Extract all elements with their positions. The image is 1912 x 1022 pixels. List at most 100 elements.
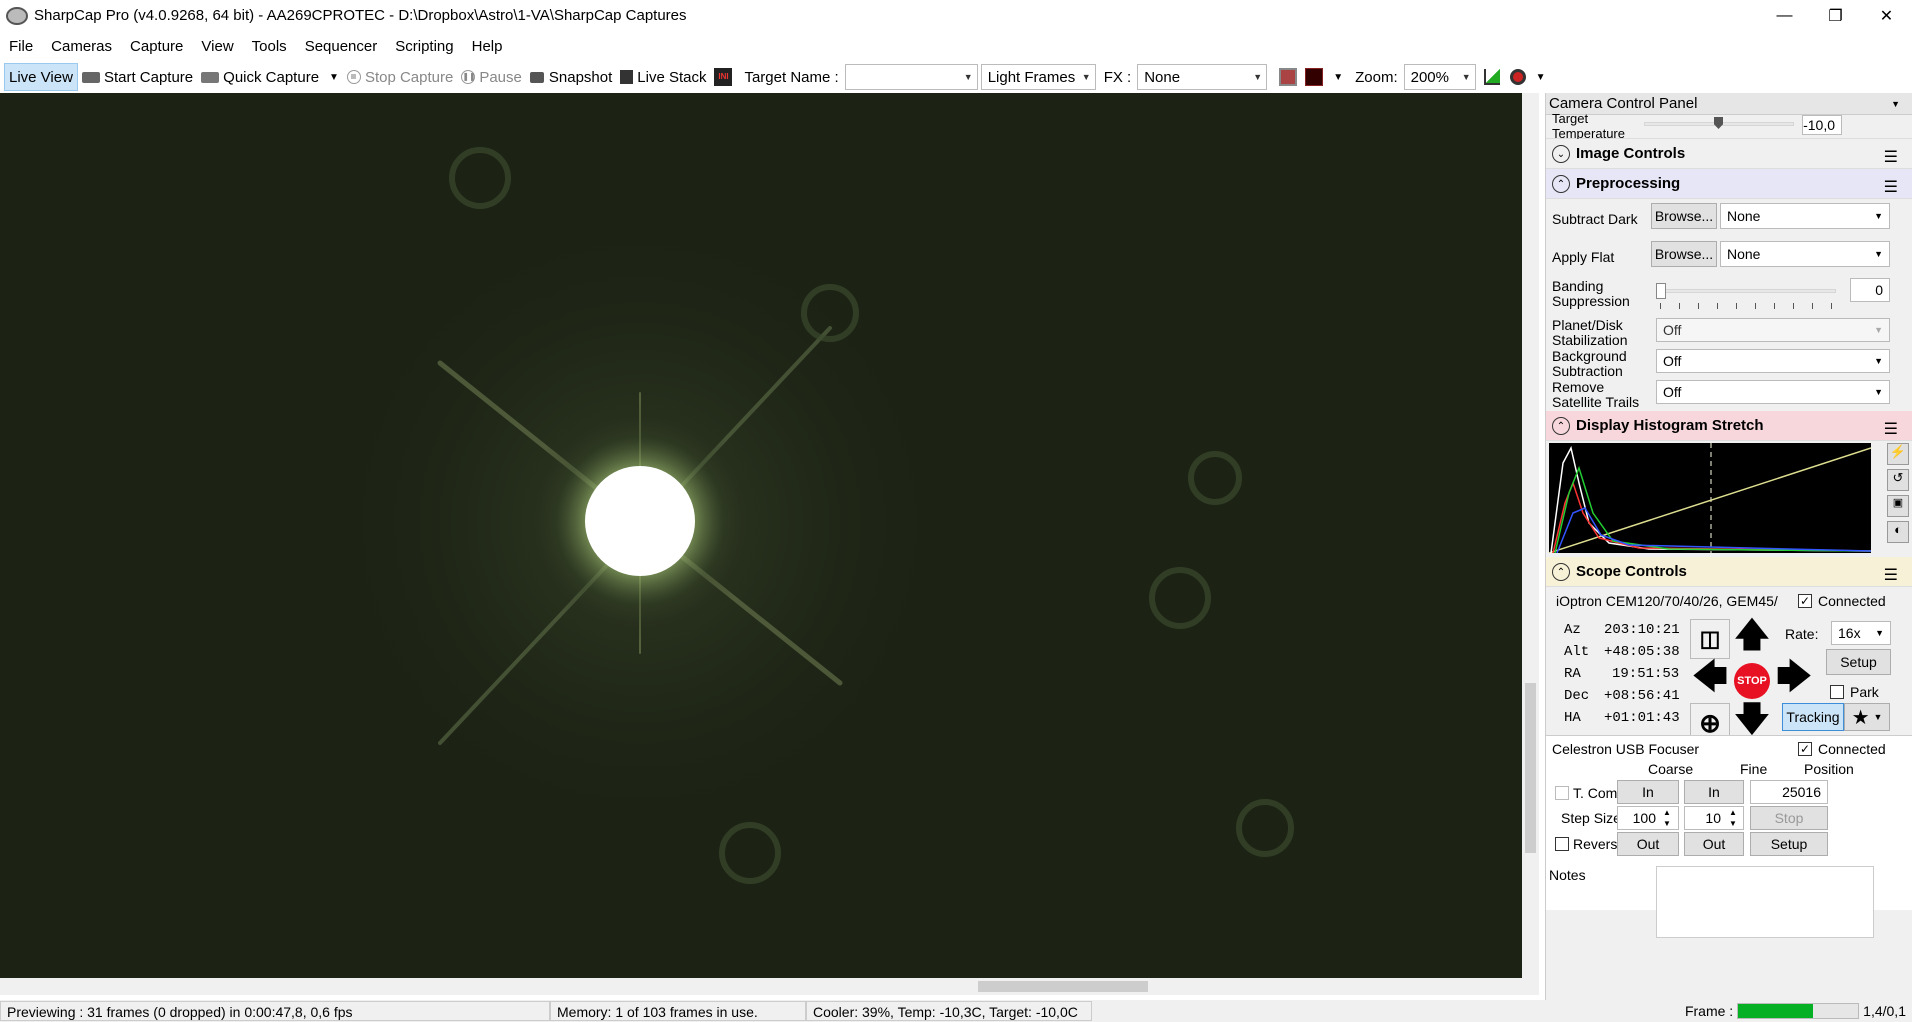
scope-controls-header[interactable]: ⌃ Scope Controls ☰ — [1546, 557, 1912, 587]
menu-file[interactable]: File — [0, 38, 42, 55]
contrast-icon[interactable]: ◐ — [1887, 521, 1909, 543]
coord-az-label: Az — [1564, 622, 1581, 638]
menu-tools[interactable]: Tools — [243, 38, 296, 55]
fx-combo[interactable]: None ▼ — [1137, 64, 1268, 90]
fx-label: FX : — [1103, 68, 1132, 86]
satellite-trails-select[interactable]: Off ▼ — [1656, 380, 1890, 404]
banding-suppression-input[interactable]: 0 — [1850, 278, 1890, 302]
subtract-dark-select[interactable]: None ▼ — [1720, 203, 1890, 229]
maximize-button[interactable]: ❐ — [1810, 0, 1861, 31]
temperature-compensation-checkbox[interactable] — [1555, 786, 1569, 800]
browse-label: Browse... — [1654, 246, 1714, 262]
tracking-rate-select[interactable]: ★ ▼ — [1844, 703, 1890, 731]
stabilization-select[interactable]: Off ▼ — [1656, 318, 1890, 342]
position-label: Position — [1804, 761, 1854, 777]
fine-step-spinner-icon[interactable]: ▲ ▼ — [1729, 807, 1737, 829]
arrow-up-icon[interactable]: 🡅 — [1732, 616, 1772, 659]
coord-ra-label: RA — [1564, 666, 1581, 682]
expand-icon: ⌄ — [1552, 145, 1570, 163]
hamburger-menu-icon[interactable]: ☰ — [1884, 419, 1898, 439]
zoom-label: Zoom: — [1355, 68, 1398, 86]
preprocessing-header[interactable]: ⌃ Preprocessing ☰ — [1546, 169, 1912, 199]
banding-suppression-slider[interactable] — [1656, 289, 1836, 293]
apply-flat-browse-button[interactable]: Browse... — [1651, 241, 1717, 267]
stop-capture-button[interactable]: Stop Capture — [343, 63, 457, 91]
status-frame: Frame : 1,4/0,1 — [1685, 1003, 1912, 1019]
focus-assist-icon[interactable] — [1509, 69, 1526, 85]
vertical-scrollbar[interactable] — [1522, 93, 1539, 978]
chevron-down-icon[interactable]: ▼ — [329, 72, 339, 83]
image-controls-header[interactable]: ⌄ Image Controls ☰ — [1546, 139, 1912, 169]
target-temperature-thumb[interactable] — [1714, 117, 1723, 129]
scope-controls-label: Scope Controls — [1576, 563, 1687, 580]
menu-cameras[interactable]: Cameras — [42, 38, 121, 55]
snapshot-button[interactable]: Snapshot — [526, 63, 616, 91]
subtract-dark-browse-button[interactable]: Browse... — [1651, 203, 1717, 229]
collapse-icon: ⌃ — [1552, 417, 1570, 435]
ini-settings-button[interactable]: INI — [710, 63, 736, 91]
star-field-image — [0, 93, 1522, 978]
live-view-button[interactable]: Live View — [4, 63, 78, 91]
start-capture-button[interactable]: Start Capture — [78, 63, 197, 91]
scope-setup-button[interactable]: Setup — [1826, 649, 1891, 675]
notes-textarea[interactable] — [1656, 866, 1874, 938]
menu-sequencer[interactable]: Sequencer — [296, 38, 387, 55]
hamburger-menu-icon[interactable]: ☰ — [1884, 177, 1898, 197]
horizontal-scrollbar[interactable] — [0, 978, 1522, 995]
tracking-toggle[interactable]: Tracking — [1782, 703, 1844, 731]
close-button[interactable]: ✕ — [1861, 0, 1912, 31]
fine-step-value: 10 — [1705, 810, 1721, 826]
fine-in-button[interactable]: In — [1684, 780, 1744, 804]
display-histogram-stretch-header[interactable]: ⌃ Display Histogram Stretch ☰ — [1546, 411, 1912, 441]
focuser-connected-checkbox[interactable]: ✓ — [1798, 742, 1812, 756]
hamburger-menu-icon[interactable]: ☰ — [1884, 565, 1898, 585]
focuser-setup-button[interactable]: Setup — [1750, 832, 1828, 856]
reset-icon[interactable]: ↺ — [1887, 469, 1909, 491]
pause-button[interactable]: ❚❚ Pause — [457, 63, 526, 91]
menu-scripting[interactable]: Scripting — [386, 38, 462, 55]
live-stack-button[interactable]: Live Stack — [616, 63, 710, 91]
background-subtraction-select[interactable]: Off ▼ — [1656, 349, 1890, 373]
banding-suppression-thumb[interactable] — [1656, 283, 1666, 299]
park-checkbox[interactable] — [1830, 685, 1844, 699]
scope-controls-body: iOptron CEM120/70/40/26, GEM45/ ✓ Connec… — [1546, 587, 1912, 743]
rate-select[interactable]: 16x ▼ — [1831, 621, 1891, 645]
coarse-step-spinner-icon[interactable]: ▲ ▼ — [1663, 807, 1671, 829]
stack-icon — [620, 70, 634, 84]
arrow-left-icon[interactable]: 🡄 — [1690, 658, 1730, 701]
hot-pixel-icon[interactable] — [1305, 68, 1324, 86]
panel-dropdown-icon[interactable]: ▼ — [1891, 99, 1900, 109]
zoom-combo[interactable]: 200% ▼ — [1403, 64, 1476, 90]
apply-flat-select[interactable]: None ▼ — [1720, 241, 1890, 267]
coarse-out-button[interactable]: Out — [1617, 832, 1679, 856]
chevron-down-icon: ▼ — [1874, 249, 1883, 259]
fine-label: Fine — [1740, 761, 1768, 777]
menu-help[interactable]: Help — [463, 38, 512, 55]
target-name-combo[interactable]: ▼ — [844, 64, 978, 90]
vertical-scroll-thumb[interactable] — [1525, 683, 1536, 853]
histogram-chart[interactable] — [1549, 443, 1871, 553]
target-temperature-input[interactable]: -10,0 — [1802, 115, 1842, 135]
chevron-down-icon[interactable]: ▼ — [1333, 72, 1343, 83]
live-image-view[interactable] — [0, 93, 1522, 978]
focuser-stop-button[interactable]: Stop — [1750, 806, 1828, 830]
coarse-step-value: 100 — [1632, 810, 1656, 826]
horizontal-scroll-thumb[interactable] — [978, 981, 1148, 992]
chevron-down-icon[interactable]: ▼ — [1536, 72, 1546, 83]
quick-capture-button[interactable]: Quick Capture ▼ — [197, 63, 343, 91]
focuser-position-input[interactable]: 25016 — [1750, 780, 1828, 804]
auto-stretch-icon[interactable]: ⚡ — [1887, 443, 1909, 465]
mount-connected-checkbox[interactable]: ✓ — [1798, 594, 1812, 608]
menu-capture[interactable]: Capture — [121, 38, 192, 55]
hamburger-menu-icon[interactable]: ☰ — [1884, 147, 1898, 167]
fine-out-button[interactable]: Out — [1684, 832, 1744, 856]
arrow-right-icon[interactable]: 🡆 — [1774, 658, 1814, 701]
minimize-button[interactable]: — — [1759, 0, 1810, 31]
reverse-checkbox[interactable] — [1555, 837, 1569, 851]
save-icon[interactable]: ▣ — [1887, 495, 1909, 517]
frame-type-combo[interactable]: Light Frames ▼ — [980, 64, 1096, 90]
histogram-icon[interactable] — [1483, 69, 1500, 85]
dark-frame-icon[interactable] — [1279, 68, 1298, 86]
menu-view[interactable]: View — [192, 38, 242, 55]
coarse-in-button[interactable]: In — [1617, 780, 1679, 804]
